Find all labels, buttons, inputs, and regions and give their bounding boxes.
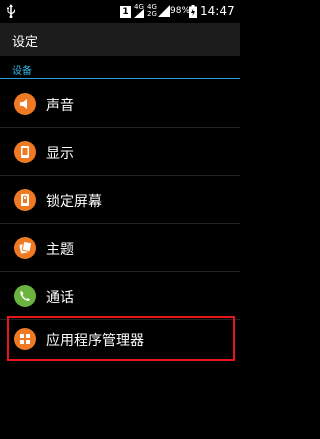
settings-item-display[interactable]: 显示 <box>0 128 240 176</box>
display-icon <box>14 141 36 163</box>
battery-percent: 98% <box>170 6 191 16</box>
theme-icon <box>14 237 36 259</box>
page-title: 设定 <box>12 35 39 50</box>
section-header: 设备 <box>0 56 240 80</box>
volume-icon <box>14 93 36 115</box>
settings-item-label: 锁定屏幕 <box>46 194 102 210</box>
settings-item-sound[interactable]: 声音 <box>0 80 240 128</box>
section-divider <box>0 78 240 79</box>
sim-badge: 1 <box>120 6 131 18</box>
settings-item-label: 显示 <box>46 146 74 162</box>
section-header-label: 设备 <box>12 66 32 77</box>
settings-item-theme[interactable]: 主题 <box>0 224 240 272</box>
status-bar: 1 4G 4G 2G 98% 14:47 <box>0 0 240 23</box>
action-bar: 设定 <box>0 23 240 56</box>
highlight-box <box>7 316 235 361</box>
settings-item-label: 主题 <box>46 242 74 258</box>
settings-item-call[interactable]: 通话 <box>0 272 240 320</box>
battery-charging-icon <box>189 5 197 18</box>
clock: 14:47 <box>200 4 235 18</box>
settings-item-label: 声音 <box>46 98 74 114</box>
settings-item-lock-screen[interactable]: 锁定屏幕 <box>0 176 240 224</box>
signal-icon <box>134 9 144 18</box>
lock-screen-icon <box>14 189 36 211</box>
usb-icon <box>7 4 15 18</box>
phone-icon <box>14 285 36 307</box>
settings-item-label: 通话 <box>46 290 74 306</box>
